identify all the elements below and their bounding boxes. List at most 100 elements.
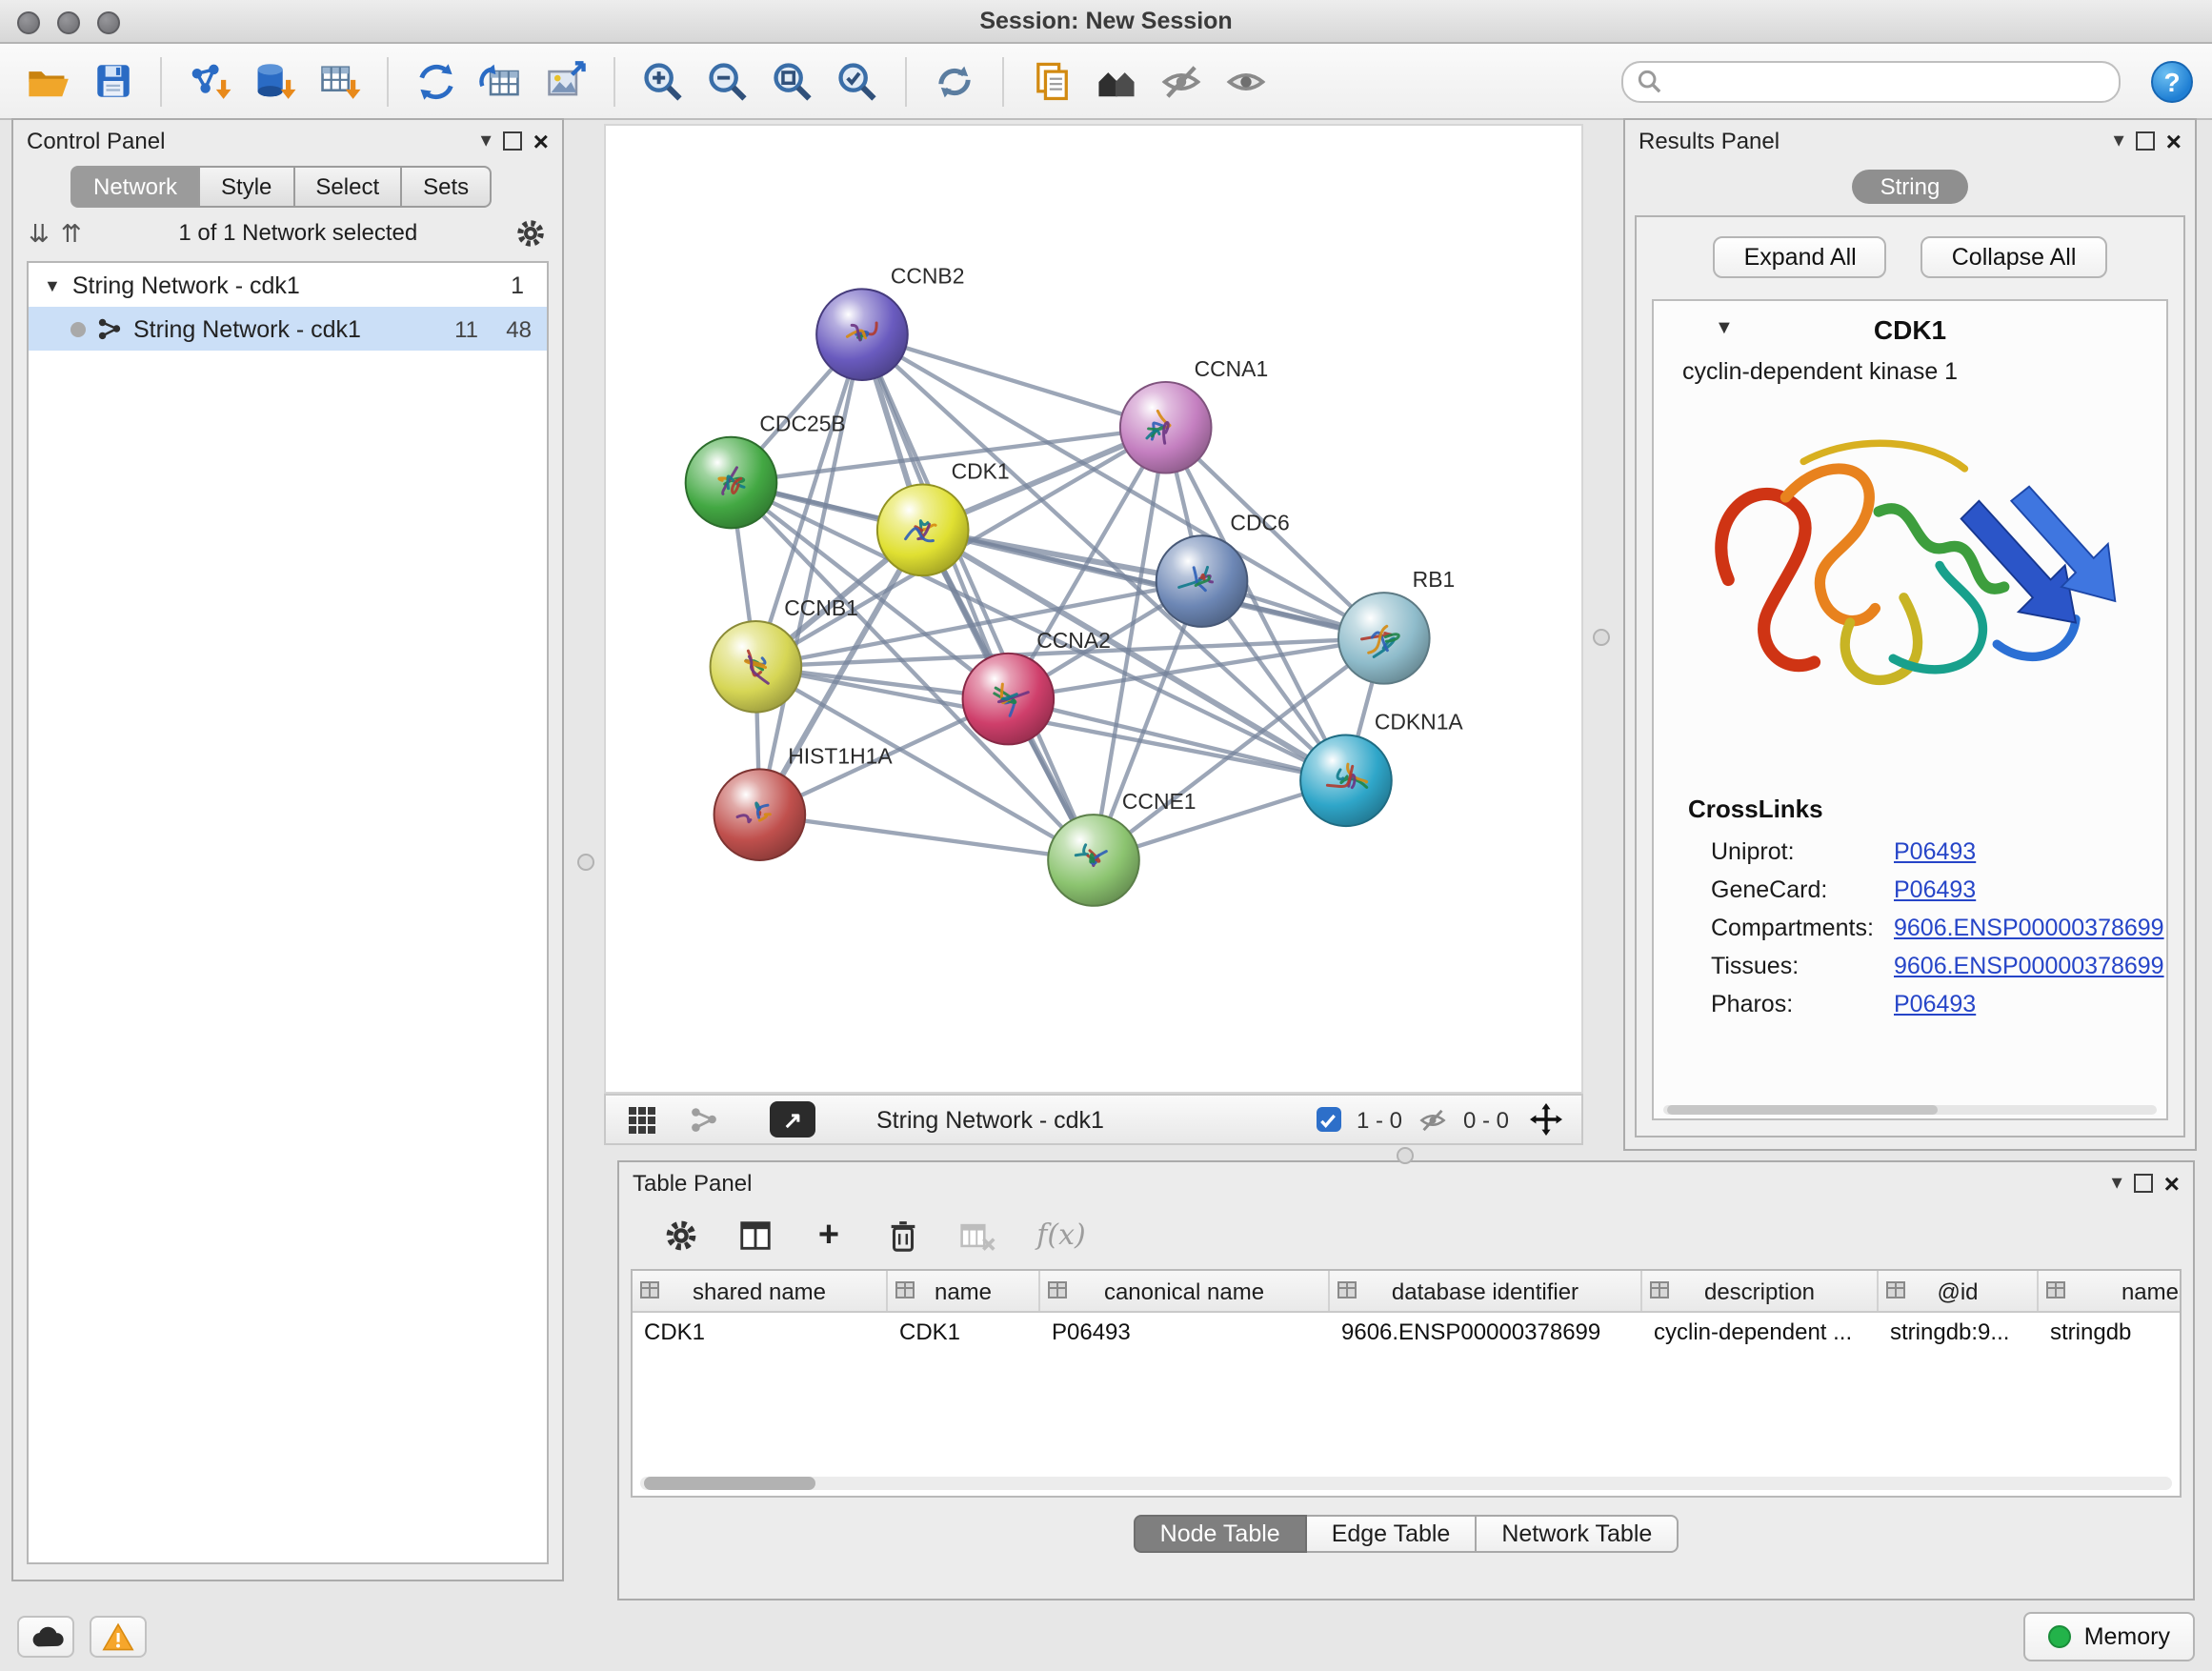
grid-view-button[interactable] [621,1100,663,1138]
crosslink-genecard-link[interactable]: P06493 [1894,876,1976,903]
float-panel-icon[interactable] [503,131,522,151]
tab-node-table[interactable]: Node Table [1134,1515,1307,1553]
table-row[interactable]: CDK1 CDK1 P06493 9606.ENSP00000378699 cy… [633,1313,2180,1353]
zoom-selected-button[interactable] [829,52,886,110]
expand-all-button[interactable]: Expand All [1714,236,1887,278]
import-table-button[interactable] [311,52,368,110]
collapse-all-button[interactable]: Collapse All [1921,236,2107,278]
splitter-handle[interactable] [577,854,594,871]
current-network-dot-icon [70,321,86,336]
warnings-button[interactable] [90,1615,147,1657]
import-network-database-button[interactable] [246,52,303,110]
close-panel-icon[interactable]: × [533,128,549,154]
column-header-database-identifier[interactable]: database identifier [1330,1271,1642,1311]
expand-all-icon[interactable]: ⇈ [61,220,82,245]
copy-document-button[interactable] [1023,52,1080,110]
collection-collapse-icon[interactable]: ▼ [44,275,61,294]
crosslink-uniprot-link[interactable]: P06493 [1894,838,1976,865]
tab-sets[interactable]: Sets [402,166,492,208]
gear-icon[interactable] [514,216,547,249]
float-panel-icon[interactable] [2134,1174,2153,1193]
results-horizontal-scrollbar[interactable] [1663,1105,2157,1115]
panel-menu-icon[interactable]: ▾ [481,131,492,151]
import-network-file-button[interactable] [181,52,238,110]
save-session-button[interactable] [84,52,141,110]
table-settings-button[interactable] [657,1214,703,1256]
gene-collapse-icon[interactable]: ▼ [1715,318,1734,339]
open-session-button[interactable] [19,52,76,110]
network-edge[interactable] [862,334,1166,428]
cloud-button[interactable] [17,1615,74,1657]
table-cell[interactable]: cyclin-dependent ... [1642,1313,1879,1353]
table-cell[interactable]: CDK1 [888,1313,1040,1353]
crosslink-tissues-link[interactable]: 9606.ENSP00000378699 [1894,953,2164,979]
network-row[interactable]: String Network - cdk1 11 48 [29,307,547,351]
panel-menu-icon[interactable]: ▾ [2112,1173,2122,1194]
zoom-in-button[interactable] [634,52,692,110]
show-graphics-button[interactable] [1217,52,1275,110]
column-header-id[interactable]: @id [1879,1271,2039,1311]
collapse-all-icon[interactable]: ⇊ [29,220,50,245]
status-bar: Memory [0,1601,2212,1671]
network-edge[interactable] [862,334,1094,860]
column-header-canonical-name[interactable]: canonical name [1040,1271,1330,1311]
tab-string[interactable]: String [1852,170,1969,204]
apply-layout-button[interactable] [926,52,983,110]
table-cell[interactable]: stringdb [2039,1313,2182,1353]
splitter-handle[interactable] [1593,629,1610,646]
network-node-CDKN1A[interactable]: CDKN1A [1300,710,1463,827]
zoom-out-button[interactable] [699,52,756,110]
table-cell[interactable]: stringdb:9... [1879,1313,2039,1353]
crosslink-pharos-link[interactable]: P06493 [1894,991,1976,1017]
tab-network[interactable]: Network [70,166,200,208]
neighbors-button[interactable] [1088,52,1145,110]
crosslink-compartments-link[interactable]: 9606.ENSP00000378699 [1894,915,2164,941]
panel-menu-icon[interactable]: ▾ [2114,131,2124,151]
network-node-CCNA1[interactable]: CCNA1 [1120,356,1268,473]
collection-row[interactable]: ▼ String Network - cdk1 1 [29,263,547,307]
tab-network-table[interactable]: Network Table [1477,1515,1679,1553]
close-panel-icon[interactable]: × [2164,1170,2180,1197]
network-edge[interactable] [759,815,1094,860]
column-header-shared-name[interactable]: shared name [633,1271,888,1311]
table-horizontal-scrollbar[interactable] [640,1477,2172,1490]
network-edge[interactable] [862,334,1384,638]
scrollbar-thumb[interactable] [644,1477,815,1490]
network-canvas[interactable]: CCNB2CCNA1CDC25BCDK1CDC6RB1CCNB1CCNA2CDK… [604,124,1583,1094]
float-panel-icon[interactable] [2136,131,2155,151]
birdseye-view-button[interactable] [682,1100,724,1138]
function-builder-button[interactable]: f(x) [1029,1214,1094,1256]
column-header-name[interactable]: name [888,1271,1040,1311]
network-node-CDK1[interactable]: CDK1 [877,459,1010,576]
tab-edge-table[interactable]: Edge Table [1307,1515,1478,1553]
export-image-button[interactable] [537,52,594,110]
splitter-handle[interactable] [1397,1147,1414,1164]
network-node-RB1[interactable]: RB1 [1338,567,1455,684]
tab-select[interactable]: Select [294,166,402,208]
new-network-button[interactable] [408,52,465,110]
network-node-CCNB2[interactable]: CCNB2 [816,263,964,380]
select-columns-button[interactable] [732,1214,777,1256]
table-cell[interactable]: CDK1 [633,1313,888,1353]
new-table-button[interactable] [473,52,530,110]
tab-style[interactable]: Style [200,166,294,208]
delete-table-button[interactable] [955,1214,1000,1256]
search-input[interactable] [1671,66,2105,96]
network-node-HIST1H1A[interactable]: HIST1H1A [714,743,894,860]
table-cell[interactable]: 9606.ENSP00000378699 [1330,1313,1642,1353]
node-count: 11 [436,315,478,342]
delete-column-button[interactable] [880,1214,926,1256]
close-panel-icon[interactable]: × [2166,128,2182,154]
help-button[interactable]: ? [2151,60,2193,102]
create-column-button[interactable]: + [806,1214,852,1256]
network-node-CCNB1[interactable]: CCNB1 [711,595,858,713]
fit-content-button[interactable] [1524,1100,1566,1138]
column-header-namespace[interactable]: namespace [2039,1271,2182,1311]
hide-graphics-button[interactable] [1153,52,1210,110]
open-in-window-button[interactable]: ↗ [770,1101,815,1137]
table-cell[interactable]: P06493 [1040,1313,1330,1353]
table-tabs: Node Table Edge Table Network Table [619,1515,2193,1553]
memory-button[interactable]: Memory [2023,1611,2195,1661]
column-header-description[interactable]: description [1642,1271,1879,1311]
zoom-fit-button[interactable] [764,52,821,110]
